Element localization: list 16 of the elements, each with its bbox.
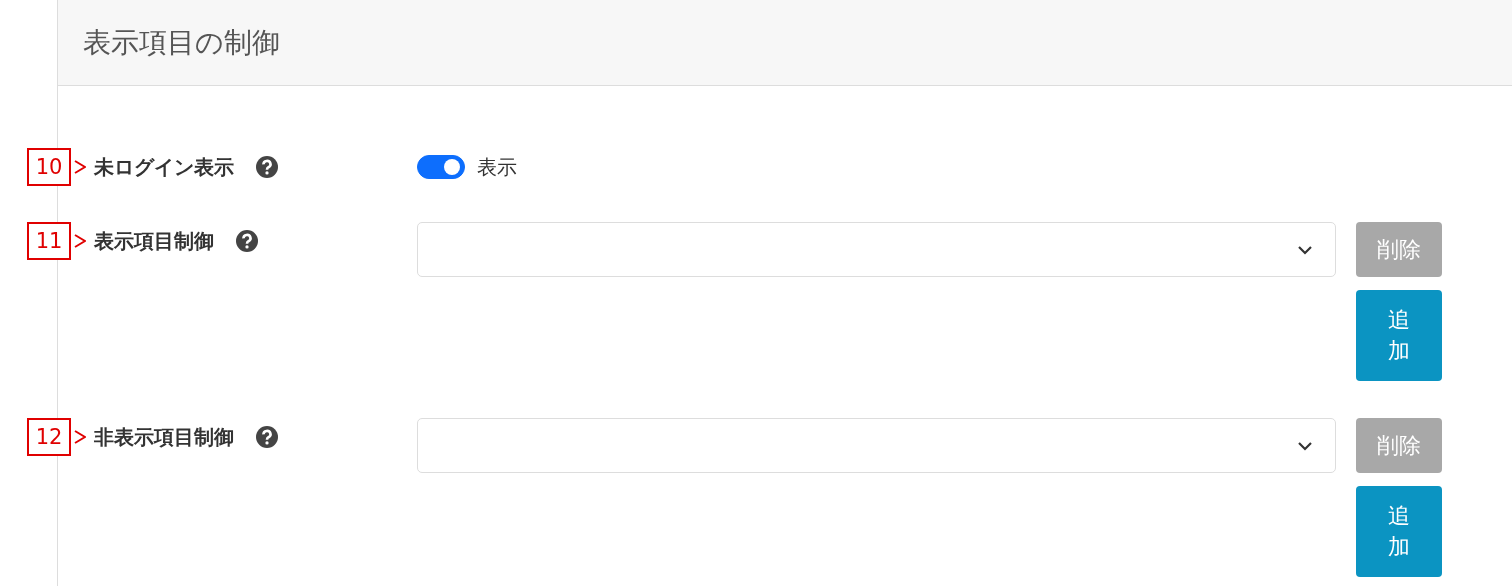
toggle-switch[interactable] xyxy=(417,155,465,179)
add-button[interactable]: 追加 xyxy=(1356,290,1442,381)
callout-number: 11 xyxy=(27,222,71,260)
chevron-down-icon xyxy=(1297,244,1313,255)
callout-number: 12 xyxy=(27,418,71,456)
chevron-down-icon xyxy=(1297,440,1313,451)
field-label: 表示項目制御 xyxy=(94,227,214,255)
help-icon[interactable] xyxy=(236,230,258,252)
help-icon[interactable] xyxy=(256,156,278,178)
field-label: 非表示項目制御 xyxy=(94,423,234,451)
help-icon[interactable] xyxy=(256,426,278,448)
toggle-label: 表示 xyxy=(477,153,517,181)
callout-number: 10 xyxy=(27,148,71,186)
section-title: 表示項目の制御 xyxy=(83,24,280,61)
field-label: 未ログイン表示 xyxy=(94,153,234,181)
add-button[interactable]: 追加 xyxy=(1356,486,1442,577)
